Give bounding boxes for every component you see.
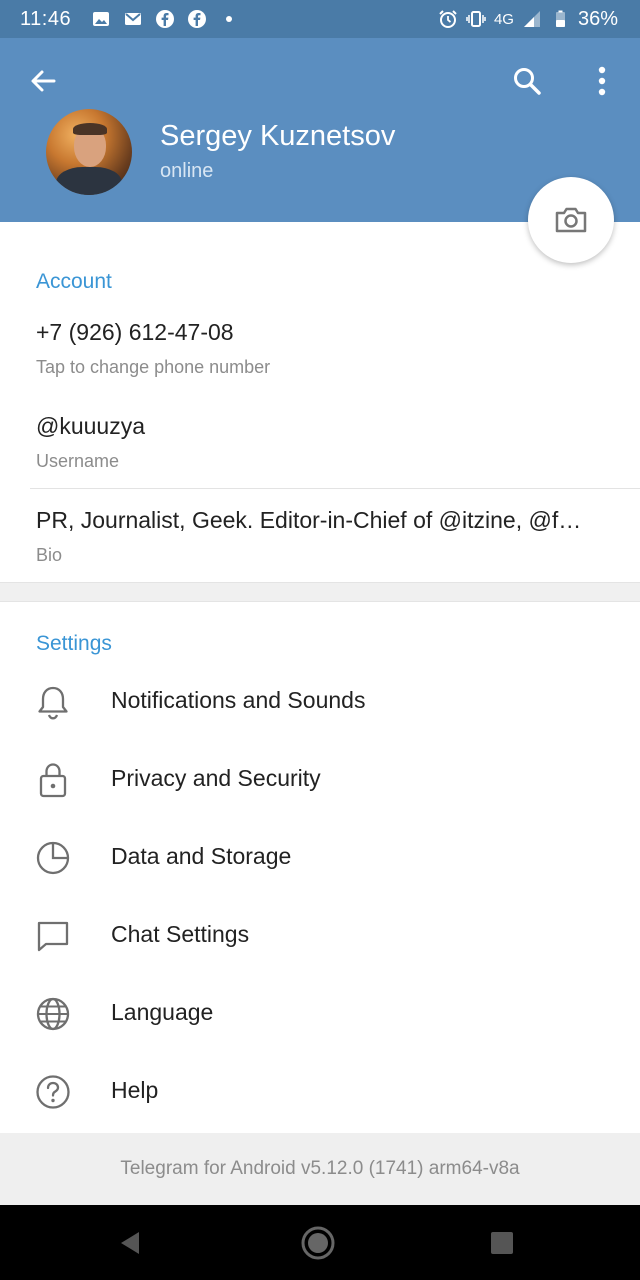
settings-item-language[interactable]: Language	[0, 975, 640, 1053]
globe-icon	[34, 995, 72, 1033]
search-button[interactable]	[503, 57, 551, 105]
facebook-icon	[155, 9, 175, 29]
nav-recents-button[interactable]	[472, 1213, 532, 1273]
section-separator	[0, 582, 640, 602]
settings-item-label: Chat Settings	[111, 921, 250, 947]
version-text: Telegram for Android v5.12.0 (1741) arm6…	[120, 1158, 520, 1179]
nav-home-button[interactable]	[288, 1213, 348, 1273]
notification-icons	[91, 9, 239, 29]
dot-icon	[219, 9, 239, 29]
status-time: 11:46	[20, 7, 72, 30]
phone-hint: Tap to change phone number	[36, 357, 271, 377]
profile-name: Sergey Kuznetsov	[160, 120, 396, 152]
settings-item-label: Language	[111, 999, 214, 1025]
settings-item-label: Help	[111, 1077, 159, 1103]
camera-icon	[555, 207, 587, 233]
settings-item-privacy[interactable]: Privacy and Security	[0, 741, 640, 819]
search-icon	[514, 68, 541, 95]
signal-icon	[522, 9, 542, 29]
settings-item-data-storage[interactable]: Data and Storage	[0, 819, 640, 897]
settings-item-label: Data and Storage	[111, 843, 292, 869]
settings-section-title: Settings	[36, 632, 112, 655]
navigation-bar	[0, 1205, 640, 1280]
phone-number[interactable]: +7 (926) 612-47-08	[36, 319, 606, 346]
help-icon	[34, 1073, 72, 1111]
set-photo-button[interactable]	[528, 177, 614, 263]
more-vertical-icon	[598, 66, 606, 96]
bell-icon	[34, 683, 72, 721]
square-recents-icon	[491, 1232, 513, 1254]
divider	[30, 488, 640, 489]
bio[interactable]: PR, Journalist, Geek. Editor-in-Chief of…	[36, 507, 606, 534]
facebook-icon	[187, 9, 207, 29]
battery-icon	[550, 9, 570, 29]
network-type: 4G	[493, 10, 514, 28]
pie-chart-icon	[34, 839, 72, 877]
settings-item-notifications[interactable]: Notifications and Sounds	[0, 663, 640, 741]
profile-status: online	[160, 160, 214, 182]
circle-home-icon	[301, 1226, 335, 1260]
more-options-button[interactable]	[578, 57, 626, 105]
image-icon	[91, 9, 111, 29]
back-button[interactable]	[19, 57, 67, 105]
settings-item-label: Notifications and Sounds	[111, 687, 366, 713]
chat-bubble-icon	[34, 917, 72, 955]
settings-item-chat[interactable]: Chat Settings	[0, 897, 640, 975]
status-bar: 11:46 4G 36%	[0, 0, 640, 38]
account-section-title: Account	[36, 270, 112, 293]
bio-label: Bio	[36, 545, 63, 565]
gmail-icon	[123, 9, 143, 29]
username[interactable]: @kuuuzya	[36, 413, 606, 440]
version-footer: Telegram for Android v5.12.0 (1741) arm6…	[0, 1133, 640, 1205]
settings-item-help[interactable]: Help	[0, 1053, 640, 1131]
arrow-left-icon	[31, 70, 56, 92]
avatar[interactable]	[46, 109, 132, 195]
triangle-back-icon	[121, 1232, 139, 1254]
nav-back-button[interactable]	[100, 1213, 160, 1273]
username-label: Username	[36, 451, 120, 471]
alarm-icon	[438, 9, 458, 29]
vibrate-icon	[466, 9, 486, 29]
battery-percent: 36%	[577, 7, 618, 30]
settings-item-label: Privacy and Security	[111, 765, 321, 791]
lock-icon	[34, 761, 72, 799]
